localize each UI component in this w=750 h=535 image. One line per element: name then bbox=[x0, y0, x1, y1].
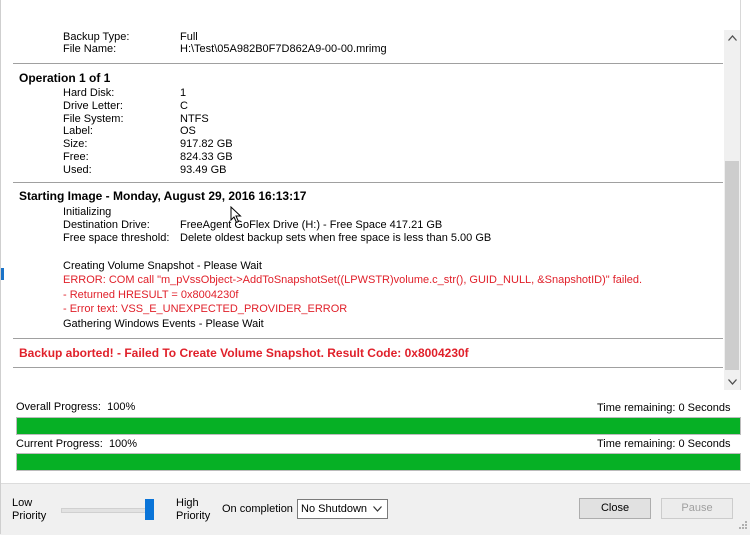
free-space-threshold-label: Free space threshold: bbox=[63, 232, 170, 244]
initializing-text: Initializing bbox=[63, 206, 112, 218]
operation-detail-label: Size: bbox=[63, 138, 88, 151]
overall-progress-caption: Overall Progress: bbox=[16, 401, 101, 413]
overall-progress-percent: 100% bbox=[107, 401, 136, 413]
starting-image-heading: Starting Image - Monday, August 29, 2016… bbox=[19, 189, 307, 203]
operation-detail-label: Hard Disk: bbox=[63, 87, 115, 99]
overall-progress-label: Overall Progress: 100% bbox=[16, 401, 135, 413]
operation-detail-value: 1 bbox=[180, 87, 187, 99]
file-name-row: File Name: H:\Test\05A982B0F7D862A9-00-00… bbox=[63, 43, 387, 56]
taskbar-edge-mark bbox=[1, 268, 4, 280]
error-com-call-text: ERROR: COM call "m_pVssObject->AddToSnap… bbox=[63, 274, 643, 286]
bottom-bar: Low Priority High Priority On completion… bbox=[1, 483, 750, 535]
current-progress-label: Current Progress: 100% bbox=[16, 438, 137, 450]
error-text-line: - Error text: VSS_E_UNEXPECTED_PROVIDER_… bbox=[63, 303, 348, 315]
scroll-up-icon[interactable] bbox=[724, 30, 740, 46]
log-scrollbar[interactable] bbox=[724, 30, 740, 390]
backup-type-value: Full bbox=[180, 31, 198, 43]
backup-progress-window: Backup Type: Full File Name: H:\Test\05A98… bbox=[0, 0, 750, 535]
current-progress-percent: 100% bbox=[108, 438, 138, 450]
on-completion-label: On completion bbox=[222, 503, 293, 515]
chevron-down-icon bbox=[373, 503, 382, 515]
section-divider bbox=[13, 367, 723, 368]
low-priority-line1: Low bbox=[12, 497, 33, 509]
log-content: Backup Type: Full File Name: H:\Test\05A98… bbox=[13, 0, 723, 390]
scroll-thumb[interactable] bbox=[725, 161, 739, 370]
background-window-edge bbox=[1, 0, 6, 534]
priority-slider-thumb[interactable] bbox=[145, 499, 154, 520]
current-progress-caption: Current Progress: bbox=[16, 438, 103, 450]
low-priority-label: Low Priority bbox=[12, 497, 46, 523]
operation-detail-row: Free: 824.33 GB bbox=[63, 151, 233, 164]
operation-detail-value: OS bbox=[180, 125, 196, 138]
free-space-threshold-value: Delete oldest backup sets when free spac… bbox=[180, 232, 492, 244]
overall-progress-fill bbox=[17, 418, 740, 434]
high-priority-label: High Priority bbox=[176, 497, 210, 523]
destination-drive-row: Destination Drive: FreeAgent GoFlex Drive… bbox=[63, 219, 442, 232]
operation-detail-row: Label: OS bbox=[63, 125, 196, 138]
operation-detail-row: Hard Disk: 1 bbox=[63, 87, 186, 100]
scroll-down-icon[interactable] bbox=[724, 374, 740, 390]
operation-detail-label: Used: bbox=[63, 163, 92, 176]
overall-time-remaining: Time remaining: 0 Seconds bbox=[597, 402, 731, 414]
pause-button[interactable]: Pause bbox=[661, 498, 733, 519]
file-name-value: H:\Test\05A982B0F7D862A9-00-00.mrimg bbox=[180, 43, 387, 55]
operation-detail-value: NTFS bbox=[180, 112, 209, 125]
current-time-remaining: Time remaining: 0 Seconds bbox=[597, 438, 731, 450]
current-progress-bar bbox=[16, 453, 741, 471]
section-divider bbox=[13, 63, 723, 64]
section-divider bbox=[13, 338, 723, 339]
high-priority-line1: High bbox=[176, 497, 199, 509]
low-priority-line2: Priority bbox=[12, 510, 47, 522]
gathering-events-text: Gathering Windows Events - Please Wait bbox=[63, 318, 264, 330]
operation-detail-value: C bbox=[180, 99, 188, 112]
operation-detail-value: 917.82 GB bbox=[180, 138, 233, 151]
cursor-icon bbox=[230, 205, 242, 227]
close-button[interactable]: Close bbox=[579, 498, 651, 519]
snapshot-status-text: Creating Volume Snapshot - Please Wait bbox=[63, 260, 262, 272]
operation-detail-row: File System: NTFS bbox=[63, 113, 209, 126]
backup-aborted-message: Backup aborted! - Failed To Create Volum… bbox=[19, 346, 469, 360]
operation-detail-row: Used: 93.49 GB bbox=[63, 164, 226, 177]
log-panel[interactable]: Backup Type: Full File Name: H:\Test\05A98… bbox=[13, 0, 741, 390]
resize-grip-icon[interactable] bbox=[738, 520, 748, 533]
operation-detail-row: Drive Letter: C bbox=[63, 100, 188, 113]
high-priority-line2: Priority bbox=[176, 510, 211, 522]
operation-detail-row: Size: 917.82 GB bbox=[63, 138, 233, 151]
on-completion-dropdown[interactable]: No Shutdown bbox=[297, 499, 388, 519]
destination-drive-label: Destination Drive: bbox=[63, 219, 150, 231]
file-name-label: File Name: bbox=[63, 43, 117, 55]
operation-detail-label: Free: bbox=[63, 151, 89, 163]
destination-drive-value: FreeAgent GoFlex Drive (H:) - Free Space… bbox=[180, 219, 443, 231]
current-progress-fill bbox=[17, 454, 740, 470]
priority-slider-track[interactable] bbox=[61, 508, 151, 513]
operation-detail-value: 824.33 GB bbox=[180, 151, 233, 163]
on-completion-value: No Shutdown bbox=[301, 503, 368, 515]
operation-detail-label: File System: bbox=[63, 112, 124, 125]
free-space-threshold-row: Free space threshold: Delete oldest backu… bbox=[63, 232, 491, 245]
operation-detail-label: Label: bbox=[63, 125, 93, 138]
operation-detail-value: 93.49 GB bbox=[180, 163, 227, 176]
section-divider bbox=[13, 182, 723, 183]
operation-detail-label: Drive Letter: bbox=[63, 99, 123, 112]
error-hresult-text: - Returned HRESULT = 0x8004230f bbox=[63, 289, 239, 301]
operation-heading: Operation 1 of 1 bbox=[19, 71, 111, 85]
overall-progress-bar bbox=[16, 417, 741, 435]
